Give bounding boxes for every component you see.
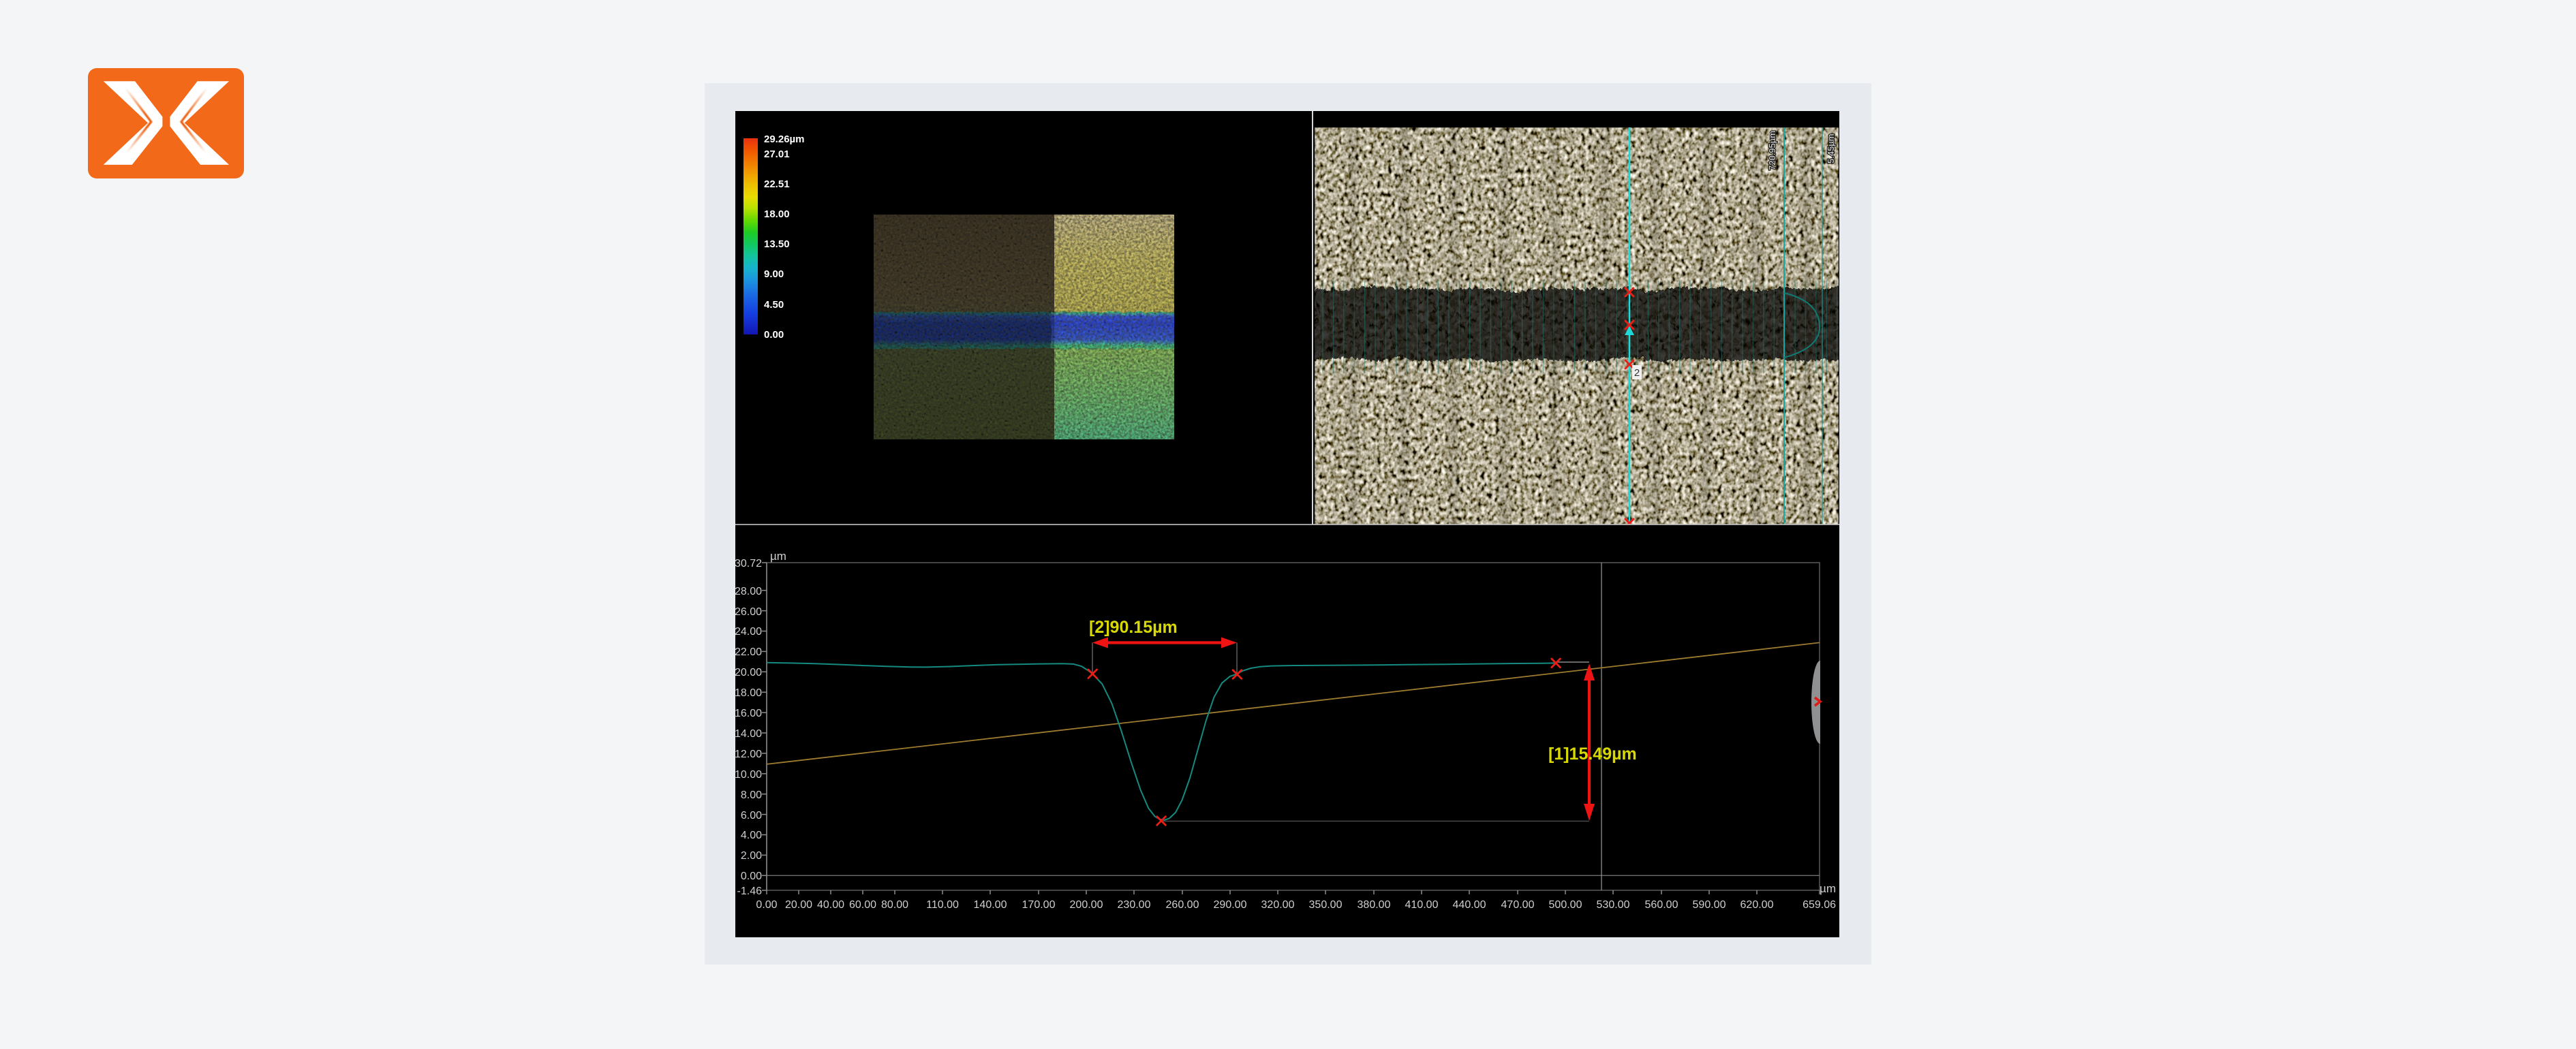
svg-text:6.00: 6.00 (741, 810, 762, 821)
svg-text:320.00: 320.00 (1261, 899, 1295, 911)
svg-text:2: 2 (1634, 367, 1640, 379)
svg-text:µm: µm (770, 550, 786, 563)
svg-text:410.00: 410.00 (1405, 899, 1439, 911)
svg-text:27.01: 27.01 (764, 148, 790, 160)
svg-text:290.00: 290.00 (1214, 899, 1247, 911)
svg-text:4.00: 4.00 (741, 830, 762, 841)
svg-text:20.00: 20.00 (735, 667, 762, 678)
svg-text:[1]15.49µm: [1]15.49µm (1548, 745, 1637, 764)
svg-text:530.00: 530.00 (1597, 899, 1630, 911)
svg-text:470.00: 470.00 (1501, 899, 1535, 911)
svg-text:20.00: 20.00 (785, 899, 812, 911)
svg-text:5.45µm: 5.45µm (1826, 134, 1836, 163)
svg-text:29.26µm: 29.26µm (764, 134, 805, 145)
svg-text:720.95µm: 720.95µm (1767, 131, 1777, 170)
svg-text:0.00: 0.00 (741, 871, 762, 882)
svg-text:40.00: 40.00 (817, 899, 844, 911)
svg-text:4.50: 4.50 (764, 299, 784, 311)
svg-text:590.00: 590.00 (1693, 899, 1726, 911)
svg-text:0.00: 0.00 (756, 899, 777, 911)
svg-text:10.00: 10.00 (735, 769, 762, 781)
svg-text:80.00: 80.00 (881, 899, 908, 911)
svg-text:28.00: 28.00 (735, 586, 762, 597)
svg-text:22.51: 22.51 (764, 178, 790, 190)
svg-text:26.00: 26.00 (735, 606, 762, 618)
svg-text:200.00: 200.00 (1070, 899, 1103, 911)
svg-text:µm: µm (1820, 882, 1836, 895)
svg-text:350.00: 350.00 (1309, 899, 1343, 911)
svg-text:24.00: 24.00 (735, 626, 762, 638)
svg-text:110.00: 110.00 (926, 899, 959, 911)
svg-text:560.00: 560.00 (1645, 899, 1678, 911)
svg-text:8.00: 8.00 (741, 789, 762, 801)
svg-text:230.00: 230.00 (1118, 899, 1151, 911)
svg-text:659.06: 659.06 (1803, 899, 1836, 911)
svg-text:260.00: 260.00 (1166, 899, 1199, 911)
svg-text:18.00: 18.00 (764, 208, 790, 220)
svg-text:13.50: 13.50 (764, 238, 790, 250)
svg-text:500.00: 500.00 (1549, 899, 1582, 911)
svg-text:0.00: 0.00 (764, 329, 784, 341)
svg-text:22.00: 22.00 (735, 646, 762, 658)
svg-text:14.00: 14.00 (735, 728, 762, 740)
svg-text:-1.46: -1.46 (737, 886, 763, 897)
svg-text:16.00: 16.00 (735, 708, 762, 719)
svg-text:60.00: 60.00 (849, 899, 876, 911)
svg-text:380.00: 380.00 (1358, 899, 1391, 911)
svg-text:30.72: 30.72 (735, 558, 762, 569)
svg-text:9.00: 9.00 (764, 268, 784, 280)
svg-text:2.00: 2.00 (741, 850, 762, 862)
svg-text:440.00: 440.00 (1453, 899, 1486, 911)
svg-text:[2]90.15µm: [2]90.15µm (1089, 618, 1178, 637)
svg-text:18.00: 18.00 (735, 687, 762, 699)
svg-text:12.00: 12.00 (735, 749, 762, 760)
svg-text:170.00: 170.00 (1022, 899, 1056, 911)
svg-text:620.00: 620.00 (1741, 899, 1774, 911)
svg-text:140.00: 140.00 (974, 899, 1007, 911)
